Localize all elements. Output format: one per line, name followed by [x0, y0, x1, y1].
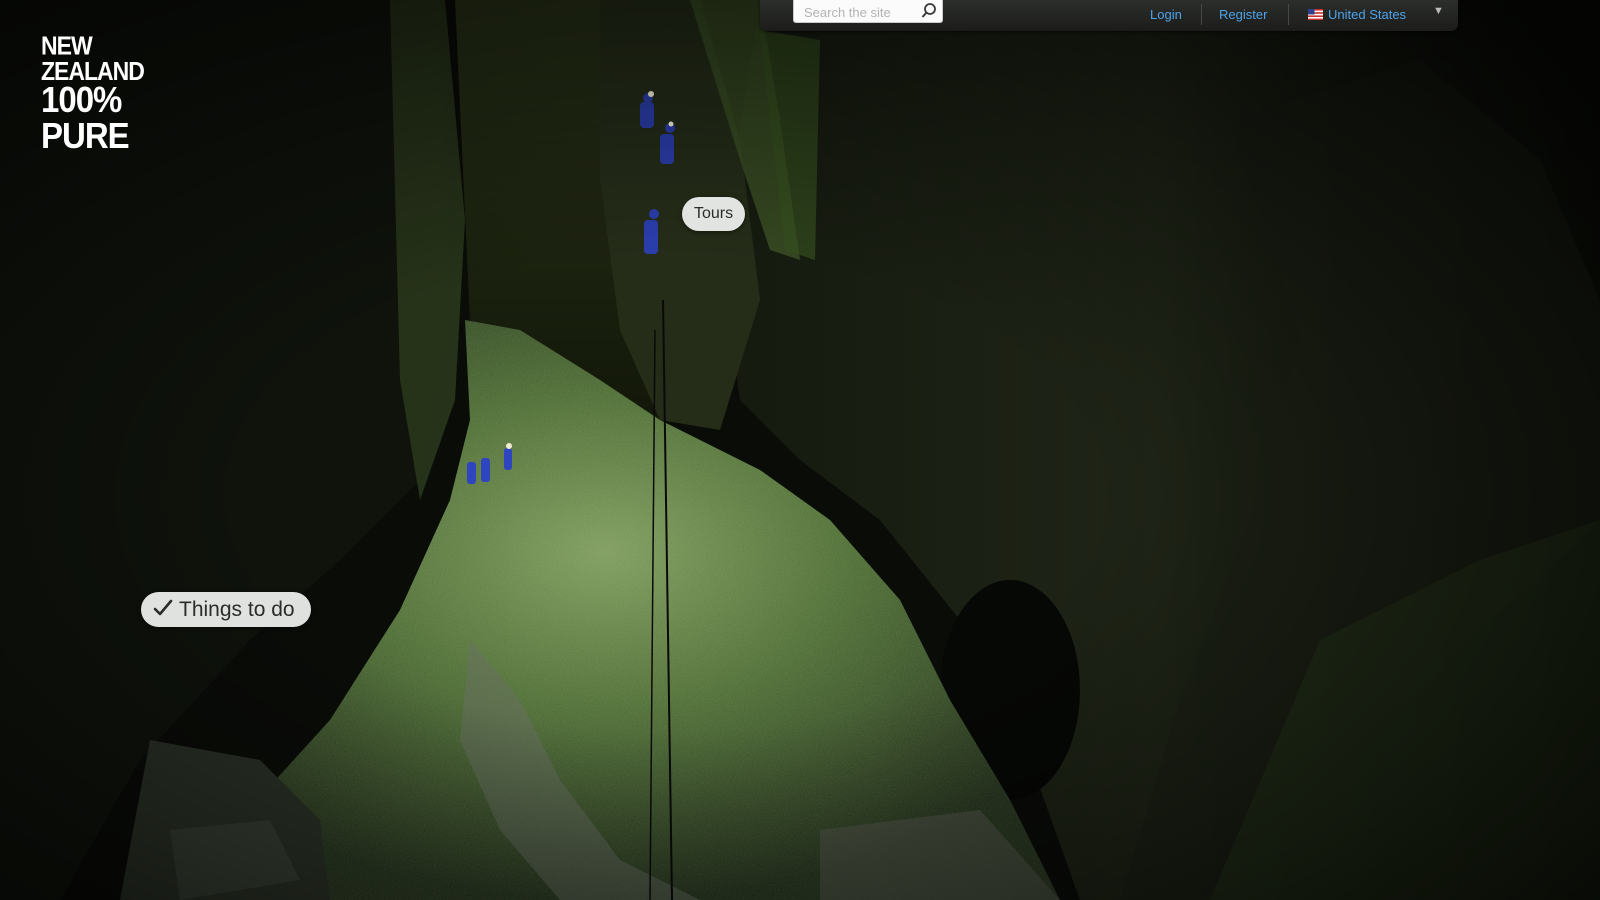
logo-line-2: 100% PURE — [41, 78, 130, 156]
search-input[interactable] — [794, 0, 922, 23]
things-to-do-hotspot[interactable]: Things to do — [141, 592, 311, 627]
tours-label: Tours — [694, 205, 734, 222]
divider — [1288, 4, 1289, 25]
country-selector[interactable]: United States — [1328, 7, 1406, 22]
tours-hotspot[interactable]: Tours — [682, 197, 746, 231]
top-utility-bar: Login Register United States ▼ — [760, 0, 1458, 31]
search-icon[interactable] — [920, 2, 938, 20]
new-zealand-logo[interactable]: NEW ZEALAND 100% PURE — [41, 30, 185, 153]
chevron-down-icon[interactable]: ▼ — [1433, 5, 1444, 17]
things-to-do-label: Things to do — [179, 598, 295, 621]
check-icon — [153, 593, 173, 628]
login-link[interactable]: Login — [1150, 7, 1182, 22]
register-link[interactable]: Register — [1219, 7, 1267, 22]
logo-line-1: NEW ZEALAND — [41, 30, 145, 86]
search-box — [793, 0, 943, 23]
divider — [1201, 4, 1202, 25]
us-flag-icon — [1308, 7, 1323, 20]
cave-background-photo — [0, 0, 1600, 900]
